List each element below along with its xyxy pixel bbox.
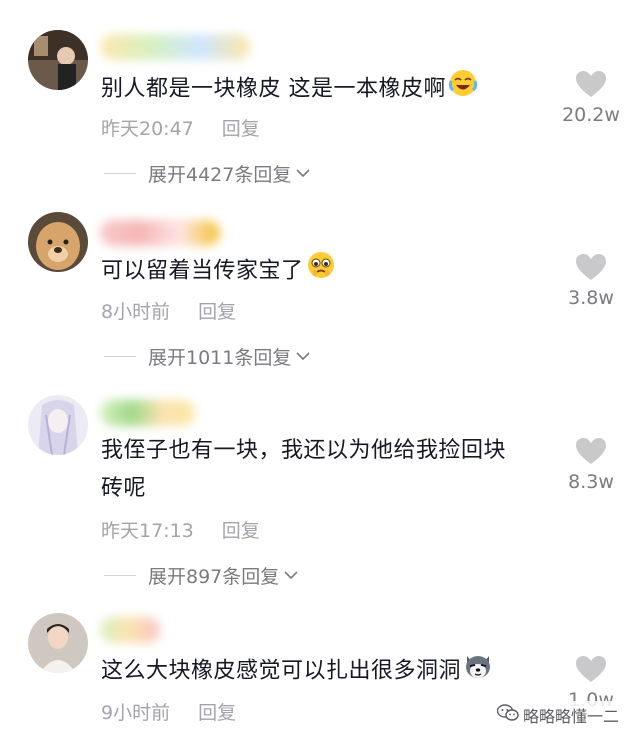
expand-replies-button[interactable]: 展开4427条回复	[104, 160, 311, 187]
heart-icon	[576, 254, 606, 280]
like-count: 20.2w	[562, 104, 620, 126]
avatar[interactable]	[28, 395, 88, 455]
username-redacted	[100, 400, 195, 426]
like-button[interactable]: 3.8w	[541, 253, 641, 309]
expand-replies-button[interactable]: 展开897条回复	[104, 562, 299, 589]
comment-text: 这么大块橡皮感觉可以扎出很多洞洞	[101, 650, 493, 693]
reply-button[interactable]: 回复	[222, 520, 260, 542]
comment-meta: 9小时前 回复	[101, 698, 236, 725]
like-count: 3.8w	[568, 287, 614, 309]
like-button[interactable]: 8.3w	[541, 437, 641, 493]
expand-replies-label: 展开1011条回复	[148, 347, 292, 369]
like-count: 8.3w	[568, 471, 614, 493]
username-redacted	[100, 617, 160, 643]
heart-icon	[576, 438, 606, 464]
chevron-down-icon	[295, 347, 311, 366]
crying-laughing-emoji-icon	[448, 68, 478, 111]
comment-text: 可以留着当传家宝了	[101, 250, 336, 293]
divider	[104, 575, 136, 576]
comment-text: 我侄子也有一块，我还以为他给我捡回块 砖呢	[101, 438, 507, 501]
avatar[interactable]	[28, 212, 88, 272]
expand-replies-button[interactable]: 展开1011条回复	[104, 343, 311, 370]
chevron-down-icon	[295, 164, 311, 183]
comment-meta: 昨天20:47 回复	[101, 114, 260, 141]
expand-replies-label: 展开4427条回复	[148, 164, 292, 186]
heart-icon	[576, 656, 606, 682]
divider	[104, 173, 136, 174]
chevron-down-icon	[283, 566, 299, 585]
watermark-text: 略略略懂一二	[522, 707, 619, 726]
comment-time: 9小时前	[101, 702, 171, 724]
expand-replies-label: 展开897条回复	[148, 566, 280, 588]
avatar[interactable]	[28, 613, 88, 673]
like-button[interactable]: 20.2w	[541, 70, 641, 126]
divider	[104, 356, 136, 357]
heart-icon	[576, 71, 606, 97]
wechat-icon	[496, 704, 519, 726]
comment-text: 别人都是一块橡皮 这是一本橡皮啊	[101, 68, 478, 111]
reply-button[interactable]: 回复	[198, 702, 236, 724]
comment-time: 8小时前	[101, 301, 171, 323]
watermark: 略略略懂一二	[492, 701, 623, 729]
comment-meta: 8小时前 回复	[101, 297, 236, 324]
reply-button[interactable]: 回复	[198, 301, 236, 323]
comment-time: 昨天20:47	[101, 118, 194, 140]
avatar[interactable]	[28, 30, 88, 90]
username-redacted	[100, 34, 250, 60]
husky-dog-emoji-icon	[463, 650, 493, 693]
comment-time: 昨天17:13	[101, 520, 194, 542]
username-redacted	[100, 220, 220, 246]
comment-meta: 昨天17:13 回复	[101, 516, 260, 543]
reply-button[interactable]: 回复	[222, 118, 260, 140]
pleading-emoji-icon	[306, 250, 336, 293]
